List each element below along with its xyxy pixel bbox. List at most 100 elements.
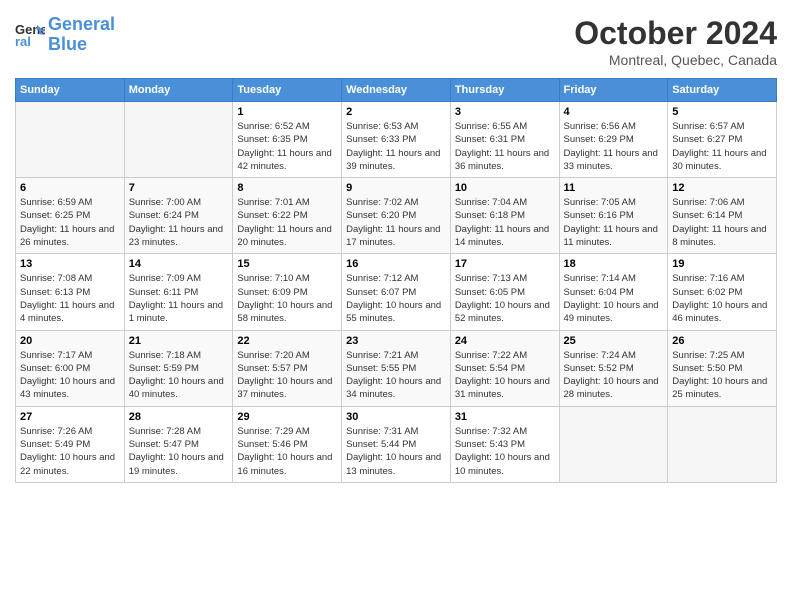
day-number: 17 xyxy=(455,258,555,270)
calendar-cell: 16 Sunrise: 7:12 AM Sunset: 6:07 PM Dayli… xyxy=(342,254,451,330)
calendar-cell: 12 Sunrise: 7:06 AM Sunset: 6:14 PM Dayli… xyxy=(668,178,777,254)
calendar-cell: 19Sunrise: 7:16 AM Sunset: 6:02 PM Dayli… xyxy=(668,254,777,330)
day-number: 23 xyxy=(346,335,446,347)
day-info: Sunrise: 6:59 AM Sunset: 6:25 PM Dayligh… xyxy=(20,196,120,249)
day-number: 9 xyxy=(346,182,446,194)
calendar-table: SundayMondayTuesdayWednesdayThursdayFrid… xyxy=(15,78,777,483)
day-number: 21 xyxy=(129,335,229,347)
day-info: Sunrise: 6:57 AM Sunset: 6:27 PM Dayligh… xyxy=(672,120,772,173)
day-number: 4 xyxy=(564,106,664,118)
day-info: Sunrise: 7:06 AM Sunset: 6:14 PM Dayligh… xyxy=(672,196,772,249)
day-number: 1 xyxy=(237,106,337,118)
day-info: Sunrise: 7:21 AM Sunset: 5:55 PM Dayligh… xyxy=(346,349,446,402)
weekday-header-saturday: Saturday xyxy=(668,79,777,102)
day-number: 14 xyxy=(129,258,229,270)
weekday-header-friday: Friday xyxy=(559,79,668,102)
day-info: Sunrise: 7:29 AM Sunset: 5:46 PM Dayligh… xyxy=(237,425,337,478)
calendar-cell: 4 Sunrise: 6:56 AM Sunset: 6:29 PM Daylig… xyxy=(559,102,668,178)
svg-text:ral: ral xyxy=(15,34,31,49)
calendar-cell: 9Sunrise: 7:02 AM Sunset: 6:20 PM Daylig… xyxy=(342,178,451,254)
calendar-cell: 6 Sunrise: 6:59 AM Sunset: 6:25 PM Daylig… xyxy=(16,178,125,254)
logo-line1: General xyxy=(48,14,115,34)
day-info: Sunrise: 7:01 AM Sunset: 6:22 PM Dayligh… xyxy=(237,196,337,249)
logo-text: General Blue xyxy=(48,15,115,55)
week-row-4: 20Sunrise: 7:17 AM Sunset: 6:00 PM Dayli… xyxy=(16,330,777,406)
day-number: 3 xyxy=(455,106,555,118)
calendar-cell xyxy=(668,406,777,482)
day-number: 26 xyxy=(672,335,772,347)
calendar-cell: 29 Sunrise: 7:29 AM Sunset: 5:46 PM Dayli… xyxy=(233,406,342,482)
calendar-cell xyxy=(124,102,233,178)
day-info: Sunrise: 7:17 AM Sunset: 6:00 PM Dayligh… xyxy=(20,349,120,402)
day-info: Sunrise: 7:28 AM Sunset: 5:47 PM Dayligh… xyxy=(129,425,229,478)
calendar-cell: 8 Sunrise: 7:01 AM Sunset: 6:22 PM Daylig… xyxy=(233,178,342,254)
day-info: Sunrise: 7:22 AM Sunset: 5:54 PM Dayligh… xyxy=(455,349,555,402)
page-header: Gene ral General Blue October 2024 Montr… xyxy=(15,15,777,68)
calendar-cell: 23 Sunrise: 7:21 AM Sunset: 5:55 PM Dayli… xyxy=(342,330,451,406)
calendar-cell: 24 Sunrise: 7:22 AM Sunset: 5:54 PM Dayli… xyxy=(450,330,559,406)
day-info: Sunrise: 7:20 AM Sunset: 5:57 PM Dayligh… xyxy=(237,349,337,402)
weekday-header-wednesday: Wednesday xyxy=(342,79,451,102)
day-number: 8 xyxy=(237,182,337,194)
day-info: Sunrise: 6:53 AM Sunset: 6:33 PM Dayligh… xyxy=(346,120,446,173)
calendar-cell: 13 Sunrise: 7:08 AM Sunset: 6:13 PM Dayli… xyxy=(16,254,125,330)
week-row-5: 27 Sunrise: 7:26 AM Sunset: 5:49 PM Dayli… xyxy=(16,406,777,482)
day-number: 6 xyxy=(20,182,120,194)
week-row-3: 13 Sunrise: 7:08 AM Sunset: 6:13 PM Dayli… xyxy=(16,254,777,330)
day-info: Sunrise: 7:18 AM Sunset: 5:59 PM Dayligh… xyxy=(129,349,229,402)
calendar-cell: 14 Sunrise: 7:09 AM Sunset: 6:11 PM Dayli… xyxy=(124,254,233,330)
calendar-cell: 27 Sunrise: 7:26 AM Sunset: 5:49 PM Dayli… xyxy=(16,406,125,482)
day-number: 5 xyxy=(672,106,772,118)
day-number: 27 xyxy=(20,411,120,423)
day-info: Sunrise: 7:12 AM Sunset: 6:07 PM Dayligh… xyxy=(346,272,446,325)
day-info: Sunrise: 7:14 AM Sunset: 6:04 PM Dayligh… xyxy=(564,272,664,325)
week-row-1: 1 Sunrise: 6:52 AM Sunset: 6:35 PM Daylig… xyxy=(16,102,777,178)
month-title: October 2024 xyxy=(574,15,777,52)
calendar-cell: 15 Sunrise: 7:10 AM Sunset: 6:09 PM Dayli… xyxy=(233,254,342,330)
day-info: Sunrise: 7:32 AM Sunset: 5:43 PM Dayligh… xyxy=(455,425,555,478)
day-info: Sunrise: 7:10 AM Sunset: 6:09 PM Dayligh… xyxy=(237,272,337,325)
day-info: Sunrise: 7:08 AM Sunset: 6:13 PM Dayligh… xyxy=(20,272,120,325)
day-info: Sunrise: 6:55 AM Sunset: 6:31 PM Dayligh… xyxy=(455,120,555,173)
calendar-cell: 2Sunrise: 6:53 AM Sunset: 6:33 PM Daylig… xyxy=(342,102,451,178)
day-info: Sunrise: 6:52 AM Sunset: 6:35 PM Dayligh… xyxy=(237,120,337,173)
day-number: 12 xyxy=(672,182,772,194)
day-number: 29 xyxy=(237,411,337,423)
day-info: Sunrise: 7:00 AM Sunset: 6:24 PM Dayligh… xyxy=(129,196,229,249)
calendar-cell: 21 Sunrise: 7:18 AM Sunset: 5:59 PM Dayli… xyxy=(124,330,233,406)
calendar-cell xyxy=(16,102,125,178)
weekday-header-monday: Monday xyxy=(124,79,233,102)
day-number: 13 xyxy=(20,258,120,270)
day-number: 24 xyxy=(455,335,555,347)
logo: Gene ral General Blue xyxy=(15,15,115,55)
weekday-header-sunday: Sunday xyxy=(16,79,125,102)
day-number: 30 xyxy=(346,411,446,423)
day-number: 28 xyxy=(129,411,229,423)
day-info: Sunrise: 7:26 AM Sunset: 5:49 PM Dayligh… xyxy=(20,425,120,478)
day-info: Sunrise: 6:56 AM Sunset: 6:29 PM Dayligh… xyxy=(564,120,664,173)
weekday-header-thursday: Thursday xyxy=(450,79,559,102)
calendar-cell: 11 Sunrise: 7:05 AM Sunset: 6:16 PM Dayli… xyxy=(559,178,668,254)
day-info: Sunrise: 7:09 AM Sunset: 6:11 PM Dayligh… xyxy=(129,272,229,325)
day-number: 16 xyxy=(346,258,446,270)
day-info: Sunrise: 7:13 AM Sunset: 6:05 PM Dayligh… xyxy=(455,272,555,325)
day-number: 18 xyxy=(564,258,664,270)
logo-icon: Gene ral xyxy=(15,20,45,50)
calendar-cell: 25Sunrise: 7:24 AM Sunset: 5:52 PM Dayli… xyxy=(559,330,668,406)
title-block: October 2024 Montreal, Quebec, Canada xyxy=(574,15,777,68)
day-info: Sunrise: 7:16 AM Sunset: 6:02 PM Dayligh… xyxy=(672,272,772,325)
week-row-2: 6 Sunrise: 6:59 AM Sunset: 6:25 PM Daylig… xyxy=(16,178,777,254)
day-number: 15 xyxy=(237,258,337,270)
day-info: Sunrise: 7:24 AM Sunset: 5:52 PM Dayligh… xyxy=(564,349,664,402)
calendar-cell: 1 Sunrise: 6:52 AM Sunset: 6:35 PM Daylig… xyxy=(233,102,342,178)
logo-line2: Blue xyxy=(48,34,87,54)
day-number: 31 xyxy=(455,411,555,423)
day-number: 7 xyxy=(129,182,229,194)
calendar-cell xyxy=(559,406,668,482)
location: Montreal, Quebec, Canada xyxy=(574,52,777,68)
day-number: 11 xyxy=(564,182,664,194)
day-info: Sunrise: 7:05 AM Sunset: 6:16 PM Dayligh… xyxy=(564,196,664,249)
calendar-cell: 28 Sunrise: 7:28 AM Sunset: 5:47 PM Dayli… xyxy=(124,406,233,482)
calendar-cell: 18 Sunrise: 7:14 AM Sunset: 6:04 PM Dayli… xyxy=(559,254,668,330)
calendar-cell: 31 Sunrise: 7:32 AM Sunset: 5:43 PM Dayli… xyxy=(450,406,559,482)
